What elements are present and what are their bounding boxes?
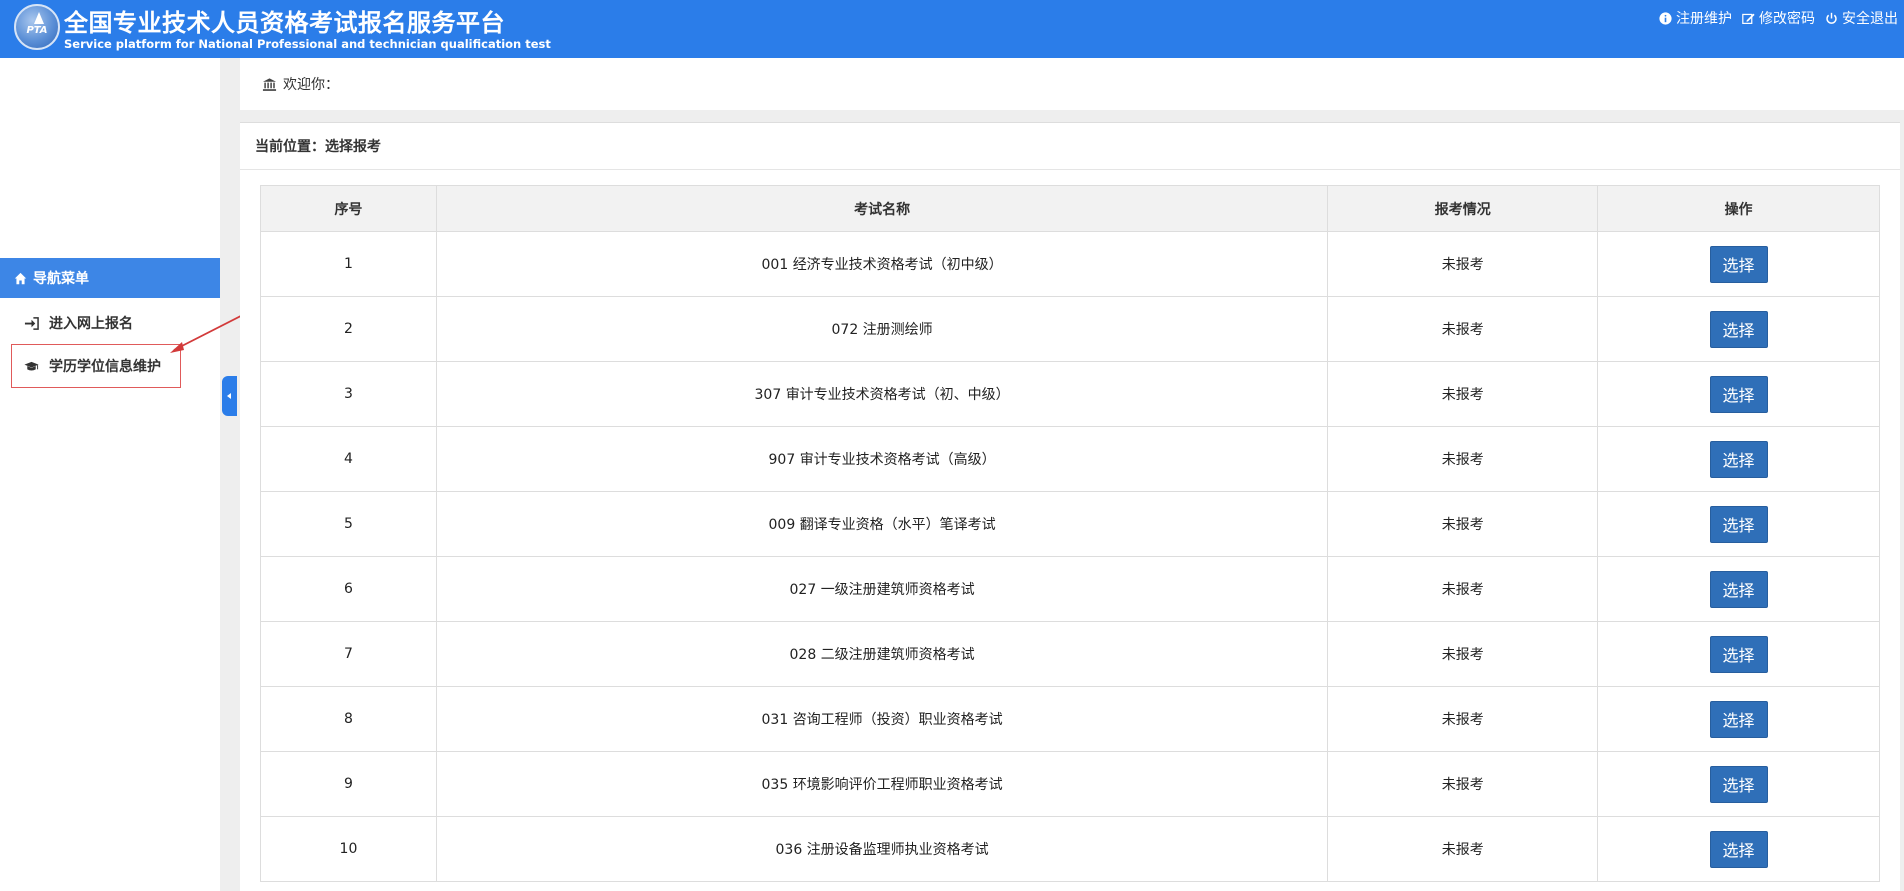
cell-no: 5 xyxy=(260,491,437,557)
sidebar: 导航菜单 进入网上报名 学历学位信息维护 xyxy=(0,58,220,891)
cell-status: 未报考 xyxy=(1327,816,1599,882)
cell-status: 未报考 xyxy=(1327,231,1599,297)
cell-exam-name: 035 环境影响评价工程师职业资格考试 xyxy=(435,751,1329,817)
exam-table-wrap: 序号 考试名称 报考情况 操作 1 001 经济专业技术资格考试（初中级） 未报… xyxy=(260,185,1880,882)
pta-logo: PTA xyxy=(14,4,60,50)
welcome-text: 欢迎你： xyxy=(283,77,339,93)
cell-action: 选择 xyxy=(1597,751,1880,817)
select-button[interactable]: 选择 xyxy=(1709,375,1768,413)
info-circle-icon xyxy=(1659,11,1672,25)
select-button[interactable]: 选择 xyxy=(1709,765,1768,803)
cell-no: 4 xyxy=(260,426,437,492)
change-password-link[interactable]: 修改密码 xyxy=(1742,8,1815,28)
cell-exam-name: 036 注册设备监理师执业资格考试 xyxy=(435,816,1329,882)
cell-exam-name: 072 注册测绘师 xyxy=(435,296,1329,362)
cell-status: 未报考 xyxy=(1327,296,1599,362)
welcome-bar: 欢迎你： xyxy=(240,58,1904,110)
main-panel: 当前位置：选择报考 序号 考试名称 报考情况 操作 1 001 经济专业技术资格… xyxy=(240,122,1900,891)
cell-status: 未报考 xyxy=(1327,556,1599,622)
sidebar-collapse-toggle[interactable] xyxy=(222,376,237,416)
site-title: 全国专业技术人员资格考试报名服务平台 xyxy=(64,9,505,37)
sidebar-item-online-registration[interactable]: 进入网上报名 xyxy=(12,303,180,343)
cell-no: 1 xyxy=(260,231,437,297)
table-row: 1 001 经济专业技术资格考试（初中级） 未报考 选择 xyxy=(260,231,1880,297)
select-button[interactable]: 选择 xyxy=(1709,570,1768,608)
table-row: 7 028 二级注册建筑师资格考试 未报考 选择 xyxy=(260,621,1880,687)
logo-text: PTA xyxy=(26,25,48,36)
table-row: 4 907 审计专业技术资格考试（高级） 未报考 选择 xyxy=(260,426,1880,492)
table-row: 5 009 翻译专业资格（水平）笔译考试 未报考 选择 xyxy=(260,491,1880,557)
select-button[interactable]: 选择 xyxy=(1709,635,1768,673)
cell-action: 选择 xyxy=(1597,621,1880,687)
table-header-row: 序号 考试名称 报考情况 操作 xyxy=(260,185,1880,232)
graduation-cap-icon xyxy=(24,361,39,370)
table-row: 6 027 一级注册建筑师资格考试 未报考 选择 xyxy=(260,556,1880,622)
nav-menu-title: 导航菜单 xyxy=(33,271,89,287)
bank-icon xyxy=(262,77,277,91)
col-header-exam-name: 考试名称 xyxy=(435,185,1329,232)
col-header-status: 报考情况 xyxy=(1327,185,1599,232)
select-button[interactable]: 选择 xyxy=(1709,830,1768,868)
sidebar-item-education-info[interactable]: 学历学位信息维护 xyxy=(11,344,181,388)
table-row: 9 035 环境影响评价工程师职业资格考试 未报考 选择 xyxy=(260,751,1880,817)
cell-no: 2 xyxy=(260,296,437,362)
register-maintain-label: 注册维护 xyxy=(1676,11,1732,27)
cell-no: 9 xyxy=(260,751,437,817)
site-subtitle: Service platform for National Profession… xyxy=(64,37,551,51)
cell-action: 选择 xyxy=(1597,816,1880,882)
cell-action: 选择 xyxy=(1597,361,1880,427)
cell-exam-name: 001 经济专业技术资格考试（初中级） xyxy=(435,231,1329,297)
cell-action: 选择 xyxy=(1597,426,1880,492)
col-header-action: 操作 xyxy=(1597,185,1880,232)
cell-action: 选择 xyxy=(1597,296,1880,362)
cell-no: 8 xyxy=(260,686,437,752)
cell-status: 未报考 xyxy=(1327,751,1599,817)
top-header: PTA 全国专业技术人员资格考试报名服务平台 Service platform … xyxy=(0,0,1904,58)
select-button[interactable]: 选择 xyxy=(1709,700,1768,738)
change-password-label: 修改密码 xyxy=(1759,11,1815,27)
logout-link[interactable]: 安全退出 xyxy=(1825,8,1898,28)
table-row: 10 036 注册设备监理师执业资格考试 未报考 选择 xyxy=(260,816,1880,882)
sign-in-icon xyxy=(24,316,39,330)
sidebar-item-label: 进入网上报名 xyxy=(49,316,133,332)
cell-action: 选择 xyxy=(1597,231,1880,297)
select-button[interactable]: 选择 xyxy=(1709,440,1768,478)
col-header-no: 序号 xyxy=(260,185,437,232)
cell-status: 未报考 xyxy=(1327,361,1599,427)
exam-table: 序号 考试名称 报考情况 操作 1 001 经济专业技术资格考试（初中级） 未报… xyxy=(260,185,1880,882)
cell-action: 选择 xyxy=(1597,686,1880,752)
cell-action: 选择 xyxy=(1597,556,1880,622)
logout-label: 安全退出 xyxy=(1842,11,1898,27)
cell-no: 7 xyxy=(260,621,437,687)
cell-status: 未报考 xyxy=(1327,491,1599,557)
cell-action: 选择 xyxy=(1597,491,1880,557)
table-row: 8 031 咨询工程师（投资）职业资格考试 未报考 选择 xyxy=(260,686,1880,752)
home-icon xyxy=(14,272,27,284)
register-maintain-link[interactable]: 注册维护 xyxy=(1659,8,1732,28)
cell-exam-name: 009 翻译专业资格（水平）笔译考试 xyxy=(435,491,1329,557)
cell-exam-name: 307 审计专业技术资格考试（初、中级） xyxy=(435,361,1329,427)
sidebar-item-label: 学历学位信息维护 xyxy=(49,359,161,375)
select-button[interactable]: 选择 xyxy=(1709,310,1768,348)
cell-no: 6 xyxy=(260,556,437,622)
cell-exam-name: 028 二级注册建筑师资格考试 xyxy=(435,621,1329,687)
table-row: 3 307 审计专业技术资格考试（初、中级） 未报考 选择 xyxy=(260,361,1880,427)
cell-status: 未报考 xyxy=(1327,686,1599,752)
select-button[interactable]: 选择 xyxy=(1709,505,1768,543)
cell-exam-name: 027 一级注册建筑师资格考试 xyxy=(435,556,1329,622)
top-links: 注册维护 修改密码 安全退出 xyxy=(1659,8,1898,28)
cell-no: 10 xyxy=(260,816,437,882)
cell-no: 3 xyxy=(260,361,437,427)
table-row: 2 072 注册测绘师 未报考 选择 xyxy=(260,296,1880,362)
cell-status: 未报考 xyxy=(1327,426,1599,492)
select-button[interactable]: 选择 xyxy=(1709,245,1768,283)
breadcrumb: 当前位置：选择报考 xyxy=(240,123,1900,170)
cell-status: 未报考 xyxy=(1327,621,1599,687)
cell-exam-name: 907 审计专业技术资格考试（高级） xyxy=(435,426,1329,492)
edit-icon xyxy=(1742,13,1755,24)
power-icon xyxy=(1826,12,1837,24)
cell-exam-name: 031 咨询工程师（投资）职业资格考试 xyxy=(435,686,1329,752)
